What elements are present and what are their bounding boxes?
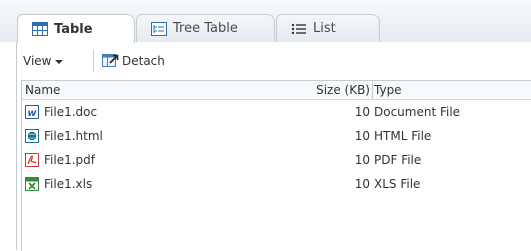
- html-file-icon: [25, 129, 39, 143]
- table-row[interactable]: File1.pdf 10 PDF File: [22, 148, 531, 172]
- file-size: 10: [354, 153, 370, 167]
- toolbar-separator: [93, 50, 94, 72]
- tab-strip: Table Tree Table List: [0, 0, 531, 43]
- dropdown-arrow-icon: [55, 54, 64, 68]
- file-type: PDF File: [374, 153, 422, 167]
- tab-list[interactable]: List: [276, 14, 380, 42]
- file-name: File1.doc: [44, 105, 98, 119]
- column-header-name[interactable]: Name: [25, 82, 305, 98]
- toolbar: View Detach: [17, 42, 531, 76]
- column-header-type[interactable]: Type: [374, 82, 524, 98]
- file-size: 10: [354, 177, 370, 191]
- tree-table-icon: [151, 21, 167, 36]
- word-document-icon: w: [25, 105, 39, 119]
- column-divider[interactable]: [372, 81, 373, 99]
- table-header: Name Size (KB) Type: [22, 81, 531, 100]
- file-table: Name Size (KB) Type w File1.doc 10 Docum…: [21, 80, 531, 251]
- table-row[interactable]: File1.xls 10 XLS File: [22, 172, 531, 196]
- view-label: View: [23, 54, 52, 68]
- view-menu-button[interactable]: View: [23, 52, 64, 70]
- file-name: File1.xls: [44, 177, 93, 191]
- tab-table[interactable]: Table: [17, 14, 135, 43]
- pdf-file-icon: [25, 153, 39, 167]
- file-name: File1.html: [44, 129, 103, 143]
- detach-icon: [101, 51, 119, 72]
- column-header-size[interactable]: Size (KB): [310, 82, 370, 98]
- table-row[interactable]: w File1.doc 10 Document File: [22, 100, 531, 124]
- tab-label: Tree Table: [173, 21, 238, 36]
- detach-label: Detach: [122, 54, 165, 68]
- table-icon: [32, 22, 48, 36]
- tab-content-panel: View Detach Name Size (KB) Type w File1.…: [16, 42, 531, 251]
- detach-button[interactable]: Detach: [101, 51, 165, 71]
- table-row[interactable]: File1.html 10 HTML File: [22, 124, 531, 148]
- file-type: XLS File: [374, 177, 421, 191]
- excel-file-icon: [25, 177, 39, 191]
- file-size: 10: [354, 129, 370, 143]
- tab-label: List: [313, 21, 336, 36]
- tab-tree-table[interactable]: Tree Table: [136, 14, 275, 42]
- file-name: File1.pdf: [44, 153, 95, 167]
- list-icon: [291, 22, 306, 36]
- svg-text:w: w: [27, 108, 37, 119]
- file-type: Document File: [374, 105, 461, 119]
- tab-label: Table: [54, 21, 93, 37]
- file-type: HTML File: [374, 129, 432, 143]
- file-size: 10: [354, 105, 370, 119]
